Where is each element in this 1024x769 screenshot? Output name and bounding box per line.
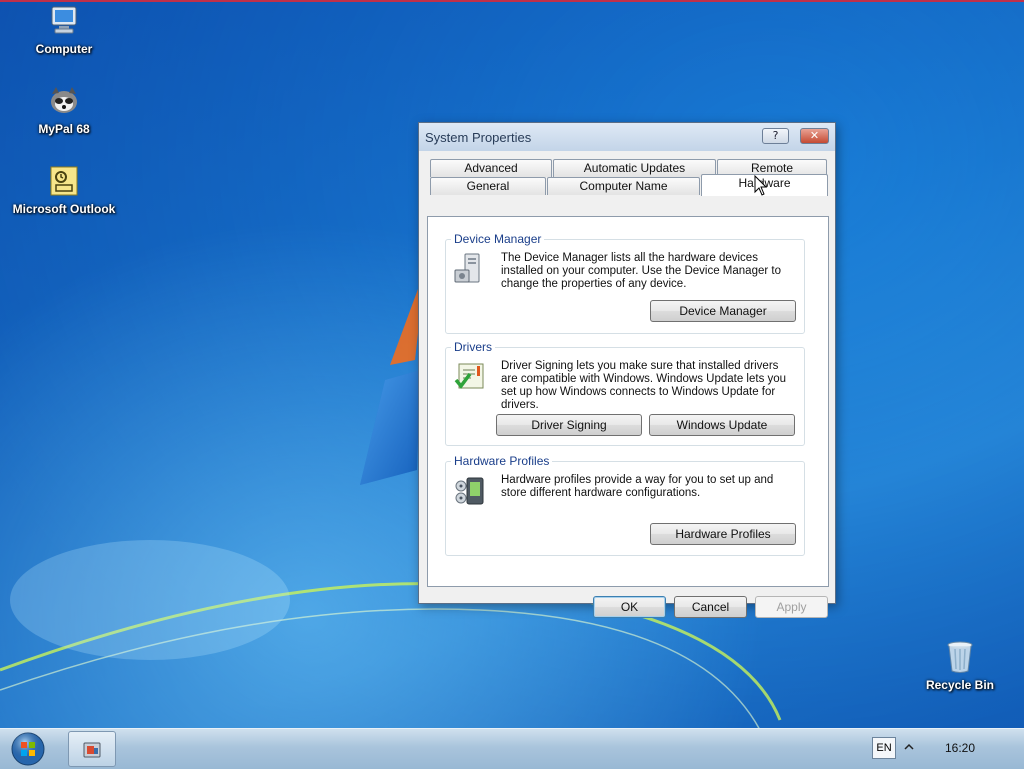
tab-automatic-updates[interactable]: Automatic Updates <box>553 159 716 177</box>
button-label: Apply <box>776 600 807 614</box>
device-manager-group: Device Manager The Device Manager lists … <box>445 232 805 334</box>
tab-computer-name[interactable]: Computer Name <box>547 177 700 195</box>
drivers-group: Drivers Driver Signing lets you make sur… <box>445 340 805 446</box>
group-description: The Device Manager lists all the hardwar… <box>501 252 781 290</box>
button-label: Driver Signing <box>531 418 607 432</box>
button-label: OK <box>620 600 639 614</box>
tab-general[interactable]: General <box>430 177 546 195</box>
dialog-content: Advanced Automatic Updates Remote Genera… <box>419 151 835 618</box>
group-title: Drivers <box>451 340 495 354</box>
desktop-icon-label: Microsoft Outlook <box>12 202 116 216</box>
button-label: Windows Update <box>676 418 768 432</box>
button-label: Device Manager <box>679 304 767 318</box>
tab-label: Remote <box>750 161 794 175</box>
hardware-profiles-button[interactable]: Hardware Profiles <box>650 523 796 545</box>
driver-signing-icon <box>454 363 484 389</box>
recycle-bin-icon <box>947 641 973 673</box>
help-icon: ? <box>772 129 779 142</box>
tab-advanced[interactable]: Advanced <box>430 159 552 177</box>
tab-label: Advanced <box>464 161 518 175</box>
outlook-icon <box>50 166 78 196</box>
hardware-profiles-icon <box>455 477 484 505</box>
help-button[interactable]: ? <box>762 128 789 144</box>
taskbar-system-properties-button[interactable] <box>68 731 116 767</box>
close-icon: ✕ <box>809 129 820 142</box>
desktop-icon-label: Recycle Bin <box>925 678 995 692</box>
tab-label: Automatic Updates <box>583 161 686 175</box>
group-title: Hardware Profiles <box>451 454 553 468</box>
desktop-icon-label: MyPal 68 <box>38 122 90 136</box>
hardware-tab-panel: Device Manager The Device Manager lists … <box>427 216 829 587</box>
tab-label: General <box>466 179 510 193</box>
desktop-icon-mypal[interactable]: MyPal 68 <box>9 84 119 136</box>
cancel-button[interactable]: Cancel <box>674 596 747 618</box>
button-label: Cancel <box>691 600 730 614</box>
taskbar: EN 16:20 <box>0 728 1024 769</box>
group-description: Hardware profiles provide a way for you … <box>501 474 774 499</box>
driver-signing-button[interactable]: Driver Signing <box>496 414 642 436</box>
dialog-title: System Properties <box>425 130 532 145</box>
group-description: Driver Signing lets you make sure that i… <box>501 360 787 411</box>
windows-update-button[interactable]: Windows Update <box>649 414 795 436</box>
button-label: Hardware Profiles <box>675 527 771 541</box>
device-manager-icon <box>454 253 480 283</box>
show-hidden-icons-icon[interactable] <box>904 742 914 752</box>
dialog-titlebar[interactable]: System Properties ? ✕ <box>419 123 835 152</box>
apply-button[interactable]: Apply <box>755 596 828 618</box>
computer-icon <box>51 6 77 34</box>
tab-label: Computer Name <box>579 179 668 193</box>
top-edge-strip <box>0 0 1024 2</box>
start-button[interactable] <box>8 730 48 768</box>
ok-button[interactable]: OK <box>593 596 666 618</box>
desktop-icon-recycle-bin[interactable]: Recycle Bin <box>920 640 1000 692</box>
desktop-icon-outlook[interactable]: Microsoft Outlook <box>9 164 119 216</box>
mouse-cursor-icon <box>754 175 768 196</box>
system-tray: EN 16:20 <box>870 735 1020 763</box>
desktop-icon-label: Computer <box>35 42 93 56</box>
system-properties-icon <box>83 742 101 758</box>
desktop-icon-computer[interactable]: Computer <box>9 4 119 56</box>
system-properties-dialog: System Properties ? ✕ Advanced Automatic… <box>418 122 836 618</box>
group-title: Device Manager <box>451 232 545 246</box>
language-indicator[interactable]: EN <box>872 737 896 759</box>
hardware-profiles-group: Hardware Profiles Hardware profiles prov… <box>445 454 805 556</box>
close-button[interactable]: ✕ <box>800 128 829 144</box>
mypal-icon <box>51 87 77 113</box>
taskbar-clock[interactable]: 16:20 <box>930 741 990 755</box>
device-manager-button[interactable]: Device Manager <box>650 300 796 322</box>
